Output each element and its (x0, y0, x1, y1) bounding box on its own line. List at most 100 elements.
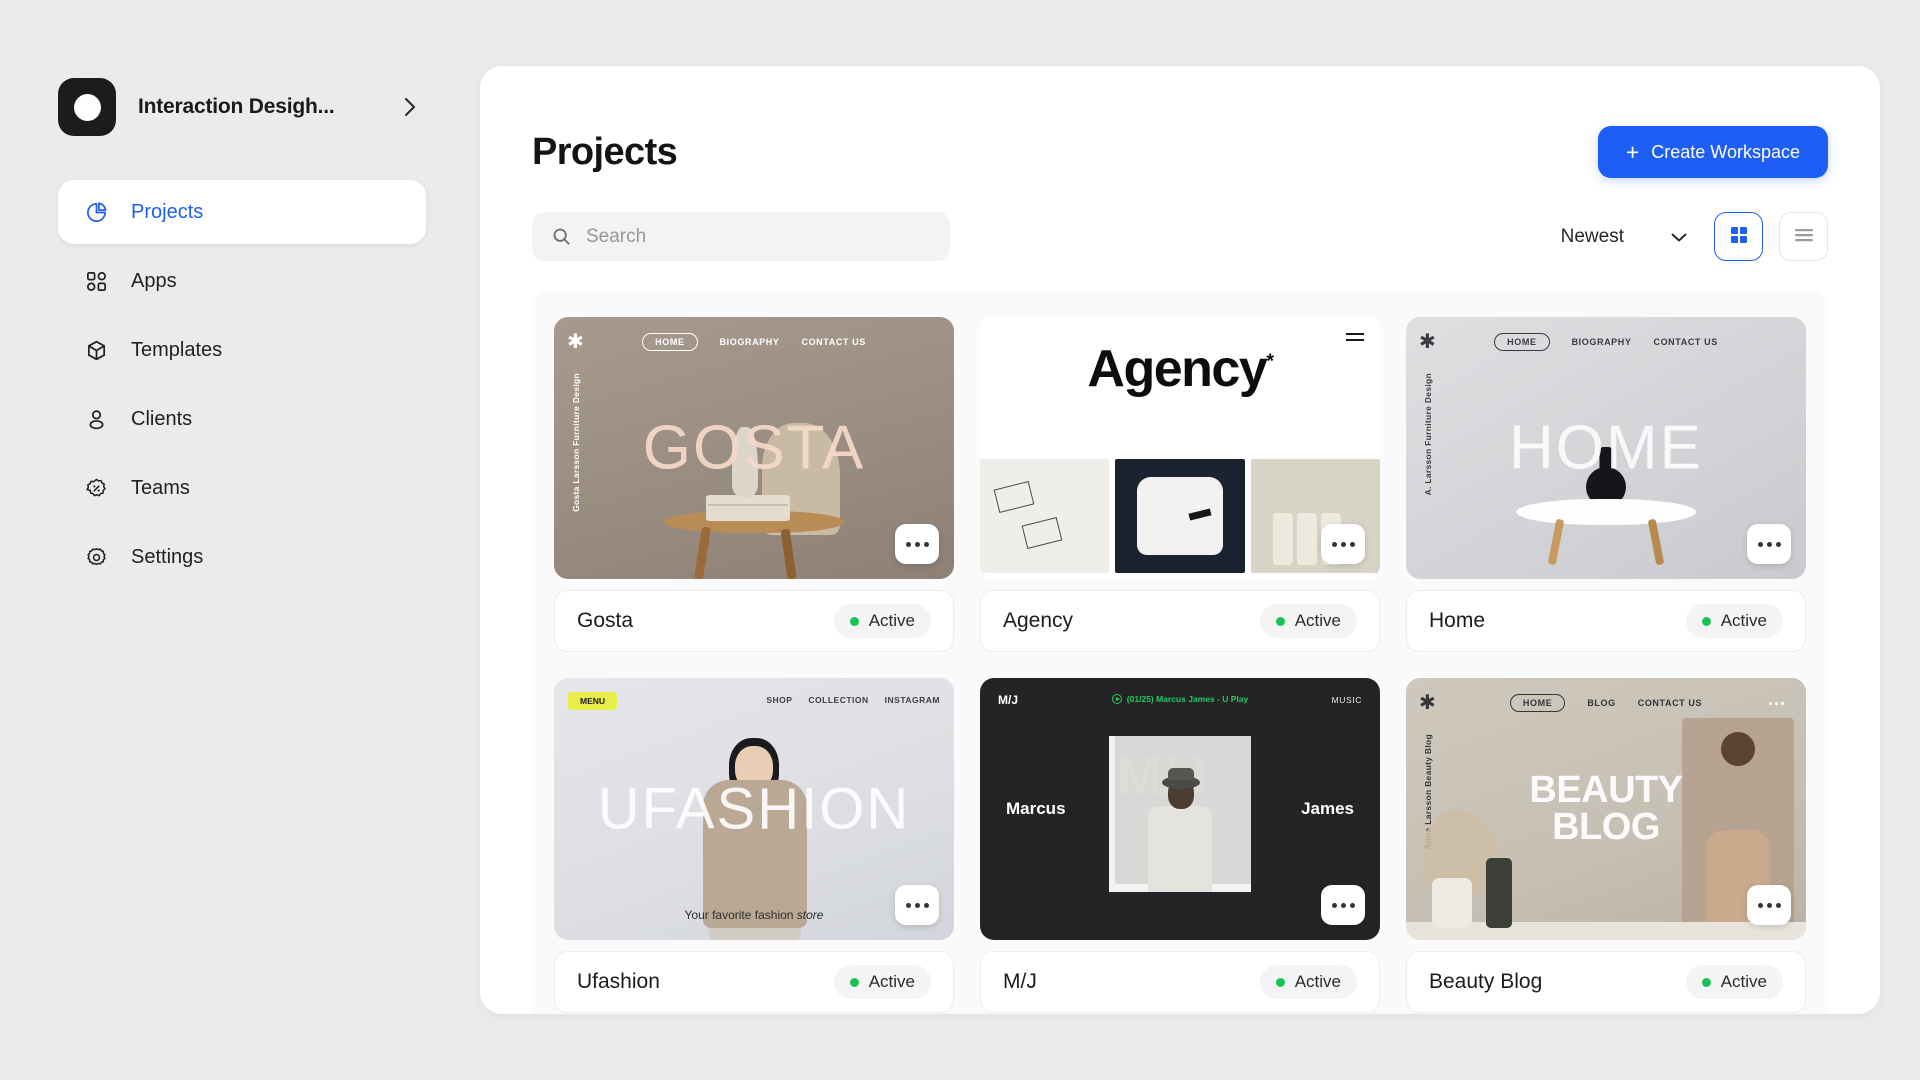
workspace-switcher[interactable]: Interaction Desigh... (58, 78, 418, 136)
project-name: Gosta (577, 609, 634, 632)
sidebar-item-apps[interactable]: Apps (58, 249, 426, 313)
search-input[interactable] (586, 225, 930, 248)
main-header: Projects + Create Workspace (480, 66, 1880, 178)
sidebar: Interaction Desigh... Projects Apps Temp… (0, 0, 480, 1080)
circle-logo-icon (73, 93, 101, 121)
project-card-footer: Ufashion Active (554, 951, 954, 1013)
thumb-menu-pill: MENU (568, 692, 618, 710)
main-panel: Projects + Create Workspace Newest (480, 66, 1880, 1014)
project-thumbnail[interactable]: ✱ Gosta Larsson Furniture Design HOME BI… (554, 317, 954, 579)
tagline-emphasis: store (796, 908, 824, 922)
search-icon (552, 227, 571, 246)
thumb-nav-item: HOME (642, 333, 698, 351)
artist-left-name: Marcus (1006, 799, 1066, 818)
thumb-nav-item: CONTACT US (801, 337, 866, 347)
sidebar-nav: Projects Apps Templates Clients Teams Se… (58, 180, 426, 589)
thumb-nav-item: SHOP (766, 695, 793, 705)
project-name: Agency (1003, 609, 1074, 632)
status-label: Active (1720, 972, 1767, 991)
musician-illustration (1134, 766, 1226, 893)
status-badge: Active (833, 604, 931, 638)
status-label: Active (868, 972, 915, 991)
more-options-icon[interactable] (895, 524, 939, 564)
cube-icon (84, 338, 109, 363)
thumb-nav: HOME BIOGRAPHY CONTACT US (1406, 333, 1806, 351)
projects-grid: ✱ Gosta Larsson Furniture Design HOME BI… (554, 317, 1806, 1013)
sidebar-item-label: Apps (131, 269, 177, 292)
thumb-photo-strip (980, 459, 1380, 579)
project-thumbnail[interactable]: MENU SHOP COLLECTION INSTAGRAM UFASHION (554, 678, 954, 940)
project-name: M/J (1003, 970, 1037, 993)
more-options-icon[interactable] (895, 885, 939, 925)
status-badge: Active (1685, 604, 1783, 638)
list-view-icon (1793, 227, 1815, 246)
more-options-icon[interactable] (1747, 524, 1791, 564)
sidebar-item-label: Templates (131, 338, 223, 361)
status-dot-icon (1701, 616, 1711, 626)
status-badge: Active (1259, 965, 1357, 999)
more-options-icon[interactable] (1321, 885, 1365, 925)
thumb-section-label: MUSIC (1331, 695, 1362, 705)
toolbar-right: Newest (1561, 212, 1828, 261)
project-card[interactable]: Agency* Agency Active (980, 317, 1380, 652)
thumb-nav-item: BLOG (1587, 698, 1616, 708)
photo-shirt (1115, 459, 1245, 573)
project-card[interactable]: ✱ Anna Larsson Beauty Blog HOME BLOG CON… (1406, 678, 1806, 1013)
project-card[interactable]: ✱ A. Larsson Furniture Design HOME BIOGR… (1406, 317, 1806, 652)
chevron-down-icon (1670, 231, 1688, 243)
artist-right-name: James (1301, 799, 1354, 818)
sidebar-item-teams[interactable]: Teams (58, 456, 426, 520)
project-name: Ufashion (577, 970, 660, 993)
list-view-button[interactable] (1779, 212, 1828, 261)
sort-dropdown[interactable]: Newest (1561, 226, 1698, 248)
user-icon (84, 407, 109, 432)
sidebar-item-settings[interactable]: Settings (58, 525, 426, 589)
project-thumbnail[interactable]: Agency* (980, 317, 1380, 579)
grid-apps-icon (84, 269, 109, 294)
sidebar-item-projects[interactable]: Projects (58, 180, 426, 244)
chevron-right-icon[interactable] (403, 96, 418, 118)
search-field[interactable] (532, 212, 950, 261)
thumb-headline-mark: * (1266, 350, 1274, 373)
thumb-headline-line2: BLOG (1552, 806, 1660, 848)
project-thumbnail[interactable]: ✱ A. Larsson Furniture Design HOME BIOGR… (1406, 317, 1806, 579)
thumb-headline: GOSTA (642, 413, 866, 483)
status-dot-icon (1275, 616, 1285, 626)
create-workspace-label: Create Workspace (1651, 141, 1800, 162)
sidebar-item-label: Settings (131, 545, 204, 568)
thumb-headline: UFASHION (597, 776, 911, 842)
thumb-nav-item: HOME (1494, 333, 1550, 351)
sidebar-item-templates[interactable]: Templates (58, 318, 426, 382)
grid-view-button[interactable] (1714, 212, 1763, 261)
project-card-footer: Beauty Blog Active (1406, 951, 1806, 1013)
project-card-footer: M/J Active (980, 951, 1380, 1013)
create-workspace-button[interactable]: + Create Workspace (1597, 126, 1828, 178)
project-card[interactable]: M/J (01/25) Marcus James - U Play MUSIC … (980, 678, 1380, 1013)
thumb-nav-item: COLLECTION (808, 695, 869, 705)
thumb-headline: Agency* (980, 339, 1380, 399)
grid-view-icon (1729, 225, 1749, 248)
app-root: Interaction Desigh... Projects Apps Temp… (0, 0, 1920, 1080)
projects-grid-panel: ✱ Gosta Larsson Furniture Design HOME BI… (532, 291, 1828, 1014)
project-card[interactable]: MENU SHOP COLLECTION INSTAGRAM UFASHION (554, 678, 954, 1013)
status-dot-icon (849, 616, 859, 626)
carousel-dots-icon (1769, 702, 1784, 705)
sidebar-item-clients[interactable]: Clients (58, 387, 426, 451)
more-options-icon[interactable] (1321, 524, 1365, 564)
project-thumbnail[interactable]: M/J (01/25) Marcus James - U Play MUSIC … (980, 678, 1380, 940)
project-card-footer: Home Active (1406, 590, 1806, 652)
project-thumbnail[interactable]: ✱ Anna Larsson Beauty Blog HOME BLOG CON… (1406, 678, 1806, 940)
sort-value: Newest (1560, 225, 1624, 247)
vase-illustration (1432, 878, 1472, 928)
play-icon (1111, 694, 1122, 704)
thumb-headline-text: Agency (1087, 340, 1267, 398)
thumb-headline: BEAUTY BLOG (1422, 771, 1790, 848)
thumb-nav: SHOP COLLECTION INSTAGRAM (766, 695, 940, 705)
more-options-icon[interactable] (1747, 885, 1791, 925)
project-card[interactable]: ✱ Gosta Larsson Furniture Design HOME BI… (554, 317, 954, 652)
badge-percent-icon (84, 476, 109, 501)
thumb-nav: HOME BLOG CONTACT US (1406, 694, 1806, 712)
status-badge: Active (1259, 604, 1357, 638)
project-card-footer: Agency Active (980, 590, 1380, 652)
pie-chart-icon (84, 200, 109, 225)
